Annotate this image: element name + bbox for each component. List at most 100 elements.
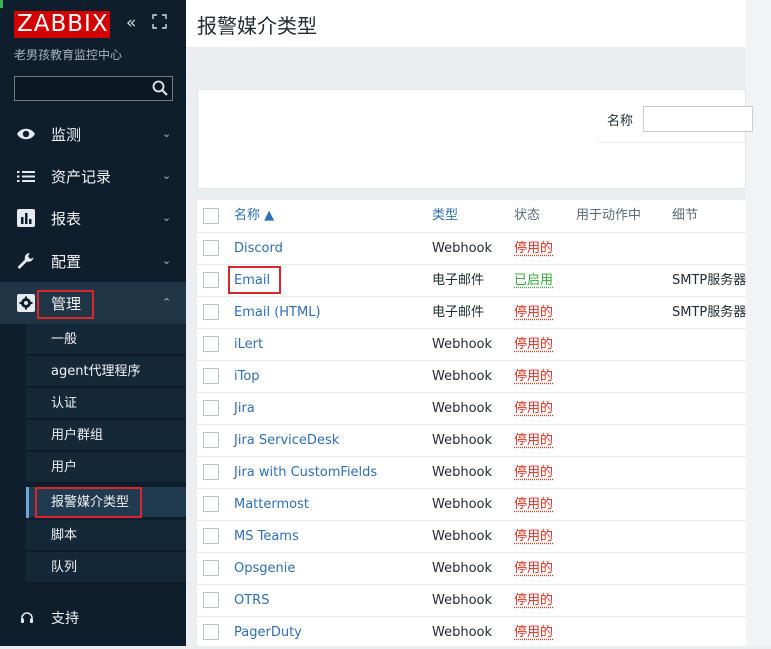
status-toggle-link[interactable]: 停用的 <box>514 393 553 425</box>
status-toggle-link[interactable]: 停用的 <box>514 233 553 265</box>
row-checkbox[interactable] <box>203 464 219 480</box>
row-checkbox[interactable] <box>203 400 219 416</box>
status-toggle-link[interactable]: 停用的 <box>514 361 553 393</box>
sidebar: ZABBIX « 老男孩教育监控中心 监测 ⌄ 资产记录 ⌄ 报表 ⌄ 配置 ⌄… <box>0 0 186 646</box>
media-type-kind: Webhook <box>432 561 493 576</box>
media-type-kind: Webhook <box>432 433 493 448</box>
header-name-sort[interactable]: 名称 ▲ <box>234 200 274 232</box>
media-type-kind: Webhook <box>432 529 493 544</box>
nav-label: 资产记录 <box>51 168 112 186</box>
table-row: Discord Webhook 停用的 <box>197 232 746 264</box>
kiosk-mode-icon[interactable] <box>152 14 167 29</box>
page-header: 报警媒介类型 <box>186 0 771 47</box>
media-type-name-link[interactable]: PagerDuty <box>234 617 302 649</box>
row-checkbox[interactable] <box>203 528 219 544</box>
submenu-proxies[interactable]: agent代理程序 <box>26 356 186 387</box>
status-toggle-link[interactable]: 停用的 <box>514 297 553 329</box>
table-row: Email (HTML) 电子邮件 停用的 SMTP服务器 <box>197 296 746 328</box>
submenu-authentication[interactable]: 认证 <box>26 388 186 419</box>
status-toggle-link[interactable]: 停用的 <box>514 521 553 553</box>
status-toggle-link[interactable]: 停用的 <box>514 617 553 649</box>
media-type-name-link[interactable]: Opsgenie <box>234 553 295 585</box>
table-row: Jira with CustomFields Webhook 停用的 <box>197 456 746 488</box>
media-type-name-link[interactable]: Discord <box>234 233 283 265</box>
media-type-name-link[interactable]: iTop <box>234 361 260 393</box>
media-type-name-link[interactable]: Mattermost <box>234 489 309 521</box>
filter-name-input[interactable] <box>643 106 753 132</box>
status-toggle-link[interactable]: 停用的 <box>514 425 553 457</box>
row-checkbox[interactable] <box>203 560 219 576</box>
status-toggle-link[interactable]: 停用的 <box>514 489 553 521</box>
row-checkbox[interactable] <box>203 336 219 352</box>
row-checkbox[interactable] <box>203 592 219 608</box>
table-row: PagerDuty Webhook 停用的 <box>197 616 746 648</box>
submenu-scripts[interactable]: 脚本 <box>26 520 186 551</box>
row-checkbox[interactable] <box>203 272 219 288</box>
nav-label: 支持 <box>51 611 79 627</box>
table-row: Jira ServiceDesk Webhook 停用的 <box>197 424 746 456</box>
chevron-down-icon: ⌄ <box>162 127 172 140</box>
wrench-icon <box>17 253 34 269</box>
filter-name-label: 名称 <box>607 114 634 129</box>
list-icon <box>17 171 35 182</box>
nav-reports[interactable]: 报表 ⌄ <box>0 197 186 239</box>
media-type-name-link[interactable]: Jira <box>234 393 255 425</box>
zabbix-logo[interactable]: ZABBIX <box>14 11 110 38</box>
chevron-down-icon: ⌄ <box>162 169 172 182</box>
sidebar-search-input[interactable] <box>14 76 173 101</box>
media-type-details: SMTP服务器 <box>672 273 747 288</box>
submenu-queue[interactable]: 队列 <box>26 552 186 583</box>
status-toggle-link[interactable]: 停用的 <box>514 329 553 361</box>
media-type-name-link[interactable]: Jira with CustomFields <box>234 457 377 489</box>
collapse-sidebar-icon[interactable]: « <box>126 14 136 32</box>
status-toggle-link[interactable]: 停用的 <box>514 457 553 489</box>
media-type-details: SMTP服务器 <box>672 305 747 320</box>
nav-configuration[interactable]: 配置 ⌄ <box>0 240 186 282</box>
chevron-down-icon: ⌄ <box>162 254 172 267</box>
media-type-kind: Webhook <box>432 497 493 512</box>
row-checkbox[interactable] <box>203 624 219 640</box>
table-row: iTop Webhook 停用的 <box>197 360 746 392</box>
media-type-name-link[interactable]: Email <box>234 265 270 297</box>
search-icon[interactable] <box>151 79 169 97</box>
table-row: Jira Webhook 停用的 <box>197 392 746 424</box>
submenu-user-groups[interactable]: 用户群组 <box>26 420 186 451</box>
gear-icon <box>17 294 35 312</box>
submenu-media-types[interactable]: 报警媒介类型 <box>26 487 186 518</box>
media-type-kind: Webhook <box>432 369 493 384</box>
media-type-name-link[interactable]: MS Teams <box>234 521 299 553</box>
nav-label: 配置 <box>51 253 82 271</box>
row-checkbox[interactable] <box>203 496 219 512</box>
report-chart-icon <box>17 209 35 227</box>
eye-icon <box>17 128 35 140</box>
nav-administration[interactable]: 管理 ⌃ <box>0 282 186 324</box>
media-type-kind: Webhook <box>432 625 493 640</box>
media-type-name-link[interactable]: Jira ServiceDesk <box>234 425 339 457</box>
row-checkbox[interactable] <box>203 240 219 256</box>
media-type-name-link[interactable]: OTRS <box>234 585 269 617</box>
header-type-sort[interactable]: 类型 <box>432 200 458 232</box>
nav-support[interactable]: 支持 <box>0 598 186 638</box>
status-toggle-link[interactable]: 已启用 <box>514 265 553 297</box>
nav-label: 报表 <box>51 210 82 228</box>
row-checkbox[interactable] <box>203 432 219 448</box>
status-toggle-link[interactable]: 停用的 <box>514 553 553 585</box>
media-type-name-link[interactable]: Email (HTML) <box>234 297 321 329</box>
status-toggle-link[interactable]: 停用的 <box>514 585 553 617</box>
nav-inventory[interactable]: 资产记录 ⌄ <box>0 155 186 197</box>
chevron-up-icon: ⌃ <box>162 296 172 309</box>
header-status: 状态 <box>514 208 541 223</box>
chevron-down-icon: ⌄ <box>162 211 172 224</box>
media-types-table: 名称 ▲ 类型 状态 用于动作中 细节 Discord Webhook 停用的 Ema… <box>197 200 746 646</box>
row-checkbox[interactable] <box>203 304 219 320</box>
row-checkbox[interactable] <box>203 368 219 384</box>
submenu-general[interactable]: 一般 <box>26 324 186 355</box>
submenu-users[interactable]: 用户 <box>26 452 186 483</box>
media-type-name-link[interactable]: iLert <box>234 329 263 361</box>
filter-divider <box>598 142 748 143</box>
media-type-kind: Webhook <box>432 593 493 608</box>
nav-monitoring[interactable]: 监测 ⌄ <box>0 113 186 155</box>
table-row: Email 电子邮件 已启用 SMTP服务器 <box>197 264 746 296</box>
select-all-checkbox[interactable] <box>203 208 219 224</box>
media-type-kind: Webhook <box>432 401 493 416</box>
